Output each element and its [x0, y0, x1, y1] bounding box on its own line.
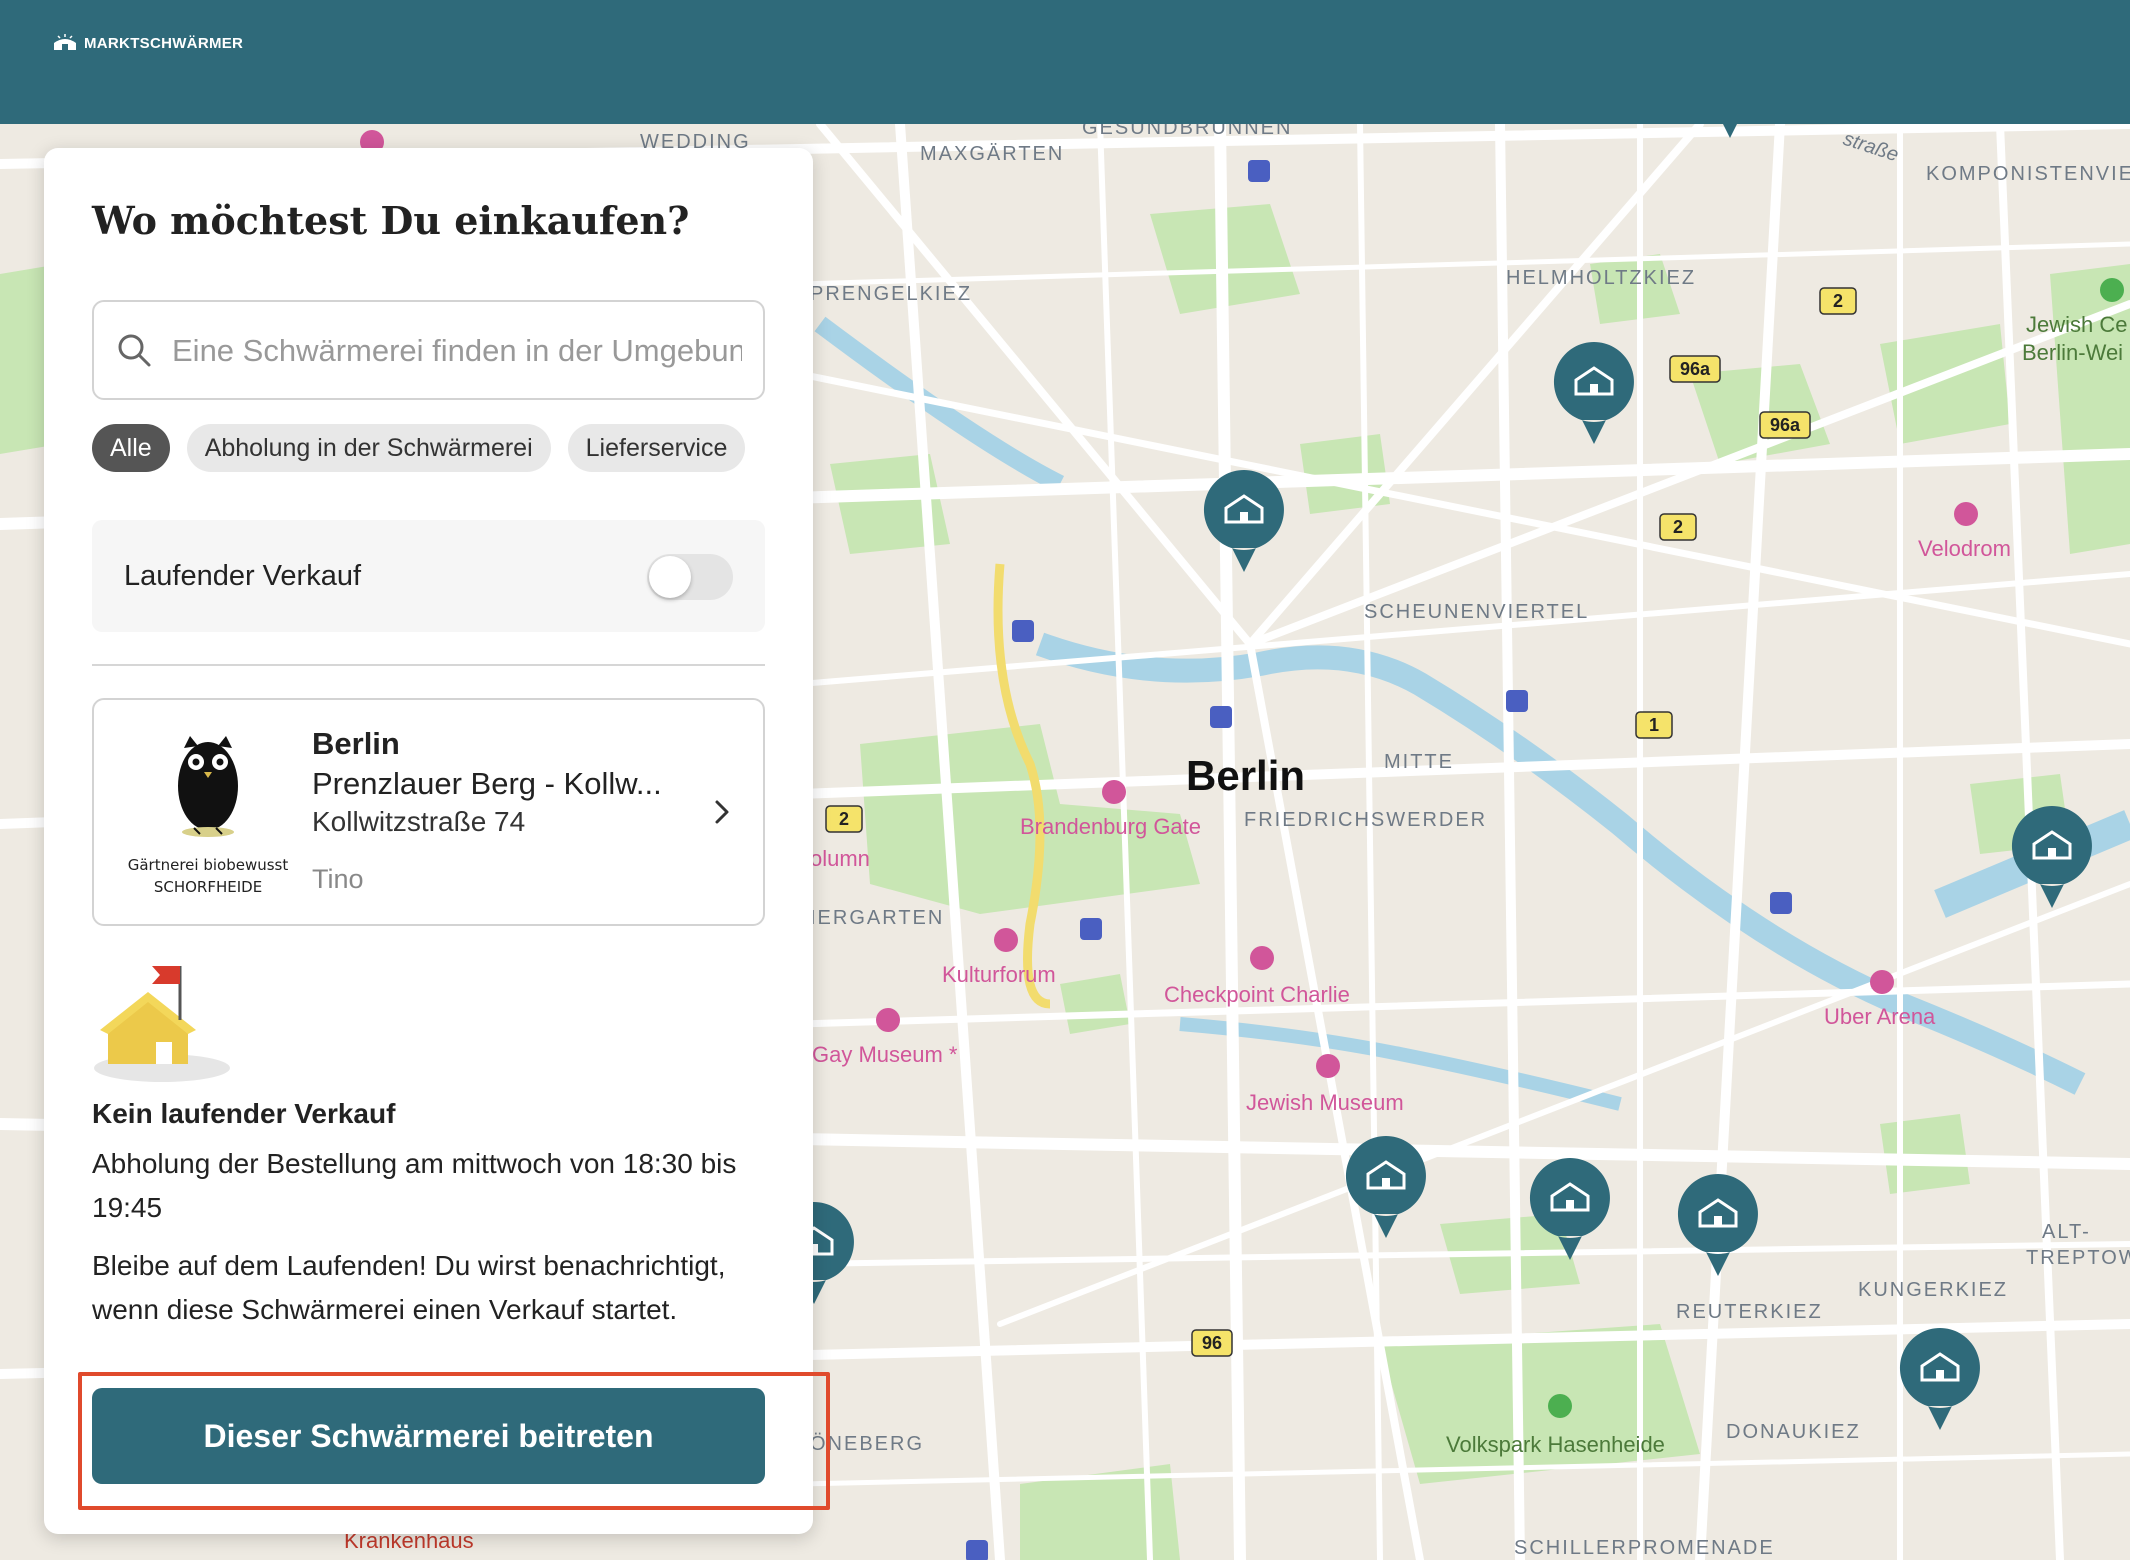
top-bar: MARKTSCHWÄRMER	[0, 0, 2130, 124]
poi-label: Volkspark Hasenheide	[1446, 1432, 1665, 1457]
arena-icon	[1870, 970, 1894, 994]
panel-title: Wo möchtest Du einkaufen?	[92, 198, 690, 243]
owl-logo-text: Gärtnerei biobewusst	[128, 856, 289, 874]
district-label: FRIEDRICHSWERDER	[1244, 809, 1487, 831]
district-label: MAXGÄRTEN	[920, 143, 1064, 165]
train-station-icon	[1012, 620, 1034, 642]
svg-text:96a: 96a	[1770, 415, 1801, 435]
road-badge: 96a	[1759, 411, 1811, 439]
camera-icon	[994, 928, 1018, 952]
road-badge: 2	[1819, 287, 1857, 315]
train-station-icon	[1248, 160, 1270, 182]
running-sale-label: Laufender Verkauf	[124, 560, 362, 592]
market-name: Prenzlauer Berg - Kollw...	[312, 766, 662, 801]
poi-label: Checkpoint Charlie	[1164, 982, 1350, 1007]
road-badge: 1	[1635, 711, 1673, 739]
running-sale-toggle[interactable]	[647, 554, 733, 600]
filter-chip-delivery[interactable]: Lieferservice	[567, 424, 746, 472]
district-label: SCHILLERPROMENADE	[1514, 1537, 1775, 1559]
market-tent-illustration	[94, 966, 230, 1082]
filter-chips: Alle Abholung in der Schwärmerei Liefers…	[92, 424, 746, 472]
train-station-icon	[966, 1540, 988, 1560]
road-badge: 2	[1659, 513, 1697, 541]
search-input[interactable]	[172, 328, 742, 374]
svg-text:96: 96	[1202, 1333, 1222, 1353]
road-badge: 96	[1191, 1329, 1233, 1357]
market-city: Berlin	[312, 726, 400, 761]
city-label: Berlin	[1186, 752, 1305, 799]
district-label: TREPTOW	[2026, 1247, 2130, 1269]
stadium-icon	[1954, 502, 1978, 526]
park-icon	[1548, 1394, 1572, 1418]
landmark-icon	[1102, 780, 1126, 804]
owl-logo-text: SCHORFHEIDE	[154, 878, 262, 896]
svg-text:2: 2	[1673, 517, 1683, 537]
status-title: Kein laufender Verkauf	[92, 1098, 396, 1129]
pickup-text: Abholung der Bestellung am mittwoch von …	[92, 1148, 737, 1223]
poi-label: Jewish Ce	[2026, 312, 2127, 337]
district-label: HELMHOLTZKIEZ	[1506, 267, 1696, 289]
market-host: Tino	[312, 864, 364, 894]
museum-icon	[1316, 1054, 1340, 1078]
district-label: GESUNDBRUNNEN	[1082, 124, 1292, 139]
poi-label: Kulturforum	[942, 962, 1056, 987]
svg-text:2: 2	[839, 809, 849, 829]
district-label: KOMPONISTENVIERTEL	[1926, 163, 2130, 185]
district-label: MITTE	[1384, 751, 1454, 773]
poi-label: Brandenburg Gate	[1020, 814, 1201, 839]
divider	[92, 664, 765, 666]
poi-label: Gay Museum *	[812, 1042, 958, 1067]
poi-label: Jewish Museum	[1246, 1090, 1404, 1115]
join-market-button[interactable]: Dieser Schwärmerei beitreten	[92, 1388, 765, 1484]
train-station-icon	[1210, 706, 1232, 728]
camera-icon	[1250, 946, 1274, 970]
running-sale-toggle-row: Laufender Verkauf	[92, 520, 765, 632]
logo-hive-icon	[54, 34, 76, 50]
road-badge: 96a	[1669, 355, 1721, 383]
poi-label: Berlin-Wei	[2022, 340, 2123, 365]
district-label: IERGARTEN	[810, 907, 944, 929]
logo-text: MARKTSCHWÄRMER	[84, 34, 244, 52]
filter-chip-pickup[interactable]: Abholung in der Schwärmerei	[186, 424, 551, 472]
search-panel: Wo möchtest Du einkaufen? Alle Abholung …	[44, 148, 830, 1534]
train-station-icon	[1080, 918, 1102, 940]
owl-logo: Gärtnerei biobewusst SCHORFHEIDE	[128, 736, 289, 896]
notify-text: Bleibe auf dem Laufenden! Du wirst benac…	[92, 1250, 726, 1325]
chevron-right-icon	[715, 800, 729, 824]
market-address: Kollwitzstraße 74	[312, 806, 526, 837]
road-badge: 2	[825, 805, 863, 833]
train-station-icon	[1506, 690, 1528, 712]
district-label: ALT-	[2042, 1221, 2091, 1243]
search-box[interactable]	[92, 300, 765, 400]
poi-label: Uber Arena	[1824, 1004, 1936, 1029]
park-icon	[2100, 278, 2124, 302]
svg-text:96a: 96a	[1680, 359, 1711, 379]
market-card[interactable]: Gärtnerei biobewusst SCHORFHEIDE Berlin …	[92, 698, 765, 926]
district-label: SCHEUNENVIERTEL	[1364, 601, 1589, 623]
district-label: PRENGELKIEZ	[810, 283, 972, 305]
train-station-icon	[1770, 892, 1792, 914]
poi-label: Velodrom	[1918, 536, 2011, 561]
district-label: REUTERKIEZ	[1676, 1301, 1823, 1323]
poi-label: olumn	[810, 846, 870, 871]
district-label: DONAUKIEZ	[1726, 1421, 1861, 1443]
svg-text:1: 1	[1649, 715, 1659, 735]
svg-text:2: 2	[1833, 291, 1843, 311]
district-label: KUNGERKIEZ	[1858, 1279, 2008, 1301]
marktschwaermer-logo[interactable]: MARKTSCHWÄRMER	[52, 34, 243, 52]
toggle-knob	[649, 556, 691, 598]
museum-icon	[876, 1008, 900, 1032]
search-icon	[118, 334, 151, 367]
filter-chip-all[interactable]: Alle	[92, 424, 170, 472]
